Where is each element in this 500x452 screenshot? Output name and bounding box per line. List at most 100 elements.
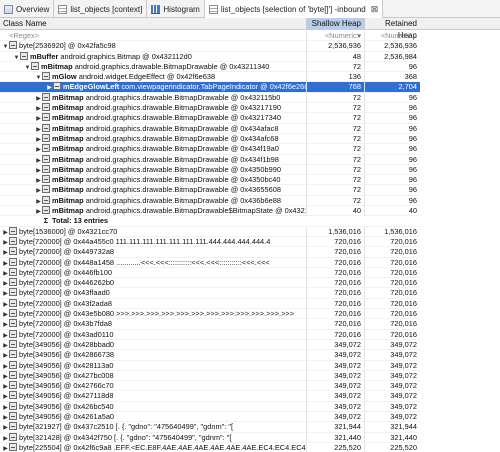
table-row[interactable]: ▶ byte[720000] @ 0x448a1458 ............<… (0, 257, 420, 268)
object-label: android.graphics.drawable.BitmapDrawable… (85, 164, 281, 174)
object-label: android.graphics.Bitmap @ 0x432112d0 (60, 51, 192, 61)
regex-filter-row[interactable]: <Regex> <Numeric> <Numeric> (0, 31, 420, 42)
table-row[interactable]: ▶ mEdgeGlowLeft com.viewpagerindicator.Ta… (0, 82, 420, 93)
table-row[interactable]: ▶ mBitmap android.graphics.drawable.Bitma… (0, 164, 420, 176)
retained-heap-cell: 720,016 (364, 319, 420, 330)
retained-heap-cell: 349,072 (364, 370, 420, 382)
table-row[interactable]: ▶ byte[349056] @ 0x428bbad0 349,072 349,072 (0, 339, 420, 351)
object-icon (9, 319, 17, 328)
shallow-heap-cell: 349,072 (306, 381, 364, 392)
field-name: Total: 13 entries (52, 216, 109, 226)
shallow-heap-cell: 136 (306, 72, 364, 83)
tab-0[interactable]: Overview (0, 0, 55, 18)
table-row[interactable]: ▶ byte[349056] @ 0x4261a5a0 349,072 349,072 (0, 411, 420, 423)
table-row[interactable]: ▶ byte[349056] @ 0x426bc540 349,072 349,072 (0, 401, 420, 412)
table-row[interactable]: ▶ mBitmap android.graphics.drawable.Bitma… (0, 92, 420, 104)
retained-heap-cell: 96 (364, 164, 420, 176)
table-row[interactable]: ▶ byte[720000] @ 0x44a455c0 111.111.111.1… (0, 236, 420, 248)
table-row[interactable]: ▶ byte[349056] @ 0x42766c70 349,072 349,072 (0, 381, 420, 392)
object-label: byte[321927] @ 0x437c2510 [. {. "gdno": … (19, 422, 234, 432)
field-name: mBitmap (41, 61, 73, 71)
close-tab-icon[interactable]: ⊠ (371, 4, 379, 15)
retained-heap-cell: 96 (364, 113, 420, 124)
object-label: byte[720000] @ 0x448a1458 ............<<… (19, 257, 270, 267)
table-row[interactable]: ▶ byte[349056] @ 0x42866738 349,072 349,072 (0, 350, 420, 361)
shallow-heap-cell: 349,072 (306, 401, 364, 412)
editor-tab-bar: Overview list_objects [context] Histogram l… (0, 0, 500, 18)
table-row[interactable]: ▶ byte[1536000] @ 0x4321cc70 1,536,016 1,53… (0, 226, 420, 237)
table-row[interactable]: ▼ mGlow android.widget.EdgeEffect @ 0x42f… (0, 72, 420, 83)
retained-heap-cell: 720,016 (364, 247, 420, 258)
object-icon (9, 350, 17, 359)
column-shallow-heap[interactable]: Shallow Heap ▾ (306, 18, 364, 40)
object-label: byte[720000] @ 0x44a455c0 111.111.111.11… (19, 236, 271, 246)
object-icon (9, 236, 17, 245)
table-row[interactable]: ▶ byte[321428] @ 0x4342f750 [. {. "gdno":… (0, 432, 420, 443)
object-label: byte[349056] @ 0x427bc008 (19, 370, 114, 380)
field-name: mBitmap (52, 123, 84, 133)
column-shallow-heap-label: Shallow Heap (311, 19, 361, 28)
tab-2[interactable]: Histogram (147, 0, 205, 18)
retained-heap-cell: 96 (364, 195, 420, 207)
field-name: mBitmap (52, 113, 84, 123)
column-retained-heap[interactable]: Retained Heap (364, 18, 420, 40)
object-label: android.graphics.drawable.BitmapDrawable… (74, 61, 270, 71)
table-row[interactable]: ▶ byte[720000] @ 0x43e5b080 >>>.>>>.>>>.>… (0, 309, 420, 320)
object-label: android.graphics.drawable.BitmapDrawable… (85, 123, 279, 133)
tab-3[interactable]: list_objects [selection of 'byte[]'] -in… (204, 0, 384, 18)
object-tree-table[interactable]: <Regex> <Numeric> <Numeric> ▼ byte[2536920] … (0, 31, 420, 452)
table-row[interactable]: ▶ byte[321927] @ 0x437c2510 [. {. "gdno":… (0, 422, 420, 433)
table-row[interactable]: ▼ byte[2536920] @ 0x42fa5c98 2,536,936 2,53… (0, 41, 420, 52)
table-row[interactable]: ▶ mBitmap android.graphics.drawable.Bitma… (0, 185, 420, 196)
table-row[interactable]: ▶ byte[720000] @ 0x43ffaad0 720,016 720,016 (0, 288, 420, 299)
table-row[interactable]: ▶ mBitmap android.graphics.drawable.Bitma… (0, 154, 420, 165)
table-row[interactable]: ▶ byte[720000] @ 0x449732a8 720,016 720,016 (0, 247, 420, 258)
object-icon (9, 422, 17, 431)
table-row[interactable]: ▶ byte[349056] @ 0x427bc008 349,072 349,072 (0, 370, 420, 382)
table-row[interactable]: ▶ byte[349056] @ 0x428113a0 349,072 349,072 (0, 360, 420, 371)
object-label: byte[349056] @ 0x42766c70 (19, 381, 114, 391)
retained-heap-cell: 349,072 (364, 360, 420, 371)
table-row[interactable]: ▶ mBitmap android.graphics.drawable.Bitma… (0, 175, 420, 186)
retained-heap-cell: 720,016 (364, 309, 420, 320)
table-row[interactable]: ▶ mBitmap android.graphics.drawable.Bitma… (0, 144, 420, 155)
table-row[interactable]: ▶ mBitmap android.graphics.drawable.Bitma… (0, 113, 420, 124)
retained-heap-cell: 720,016 (364, 329, 420, 340)
shallow-heap-cell: 321,944 (306, 422, 364, 433)
table-row[interactable]: ▶ byte[225504] @ 0x42f6c9a8 .EFF.<EC.E8F.… (0, 442, 420, 452)
retained-heap-cell: 321,440 (364, 432, 420, 443)
shallow-heap-cell: 1,536,016 (306, 226, 364, 237)
table-row[interactable]: ▶ mBitmap android.graphics.drawable.Bitma… (0, 133, 420, 145)
table-row[interactable]: ▶ byte[720000] @ 0x446fb100 720,016 720,016 (0, 267, 420, 279)
object-icon (9, 226, 17, 235)
column-class-name[interactable]: Class Name (0, 18, 306, 30)
collapsed-triangle-icon[interactable]: ▶ (2, 444, 9, 452)
table-row[interactable]: ▶ mBitmap android.graphics.drawable.Bitma… (0, 195, 420, 207)
shallow-heap-cell: 720,016 (306, 236, 364, 248)
object-icon (42, 113, 50, 122)
table-row[interactable]: ▶ byte[720000] @ 0x43f2ada8 720,016 720,016 (0, 298, 420, 310)
object-icon (9, 278, 17, 287)
table-row[interactable]: ▼ mBitmap android.graphics.drawable.Bitma… (0, 61, 420, 73)
retained-heap-cell: 96 (364, 185, 420, 196)
object-icon (9, 267, 17, 276)
retained-heap-cell: 96 (364, 92, 420, 104)
retained-heap-cell: 96 (364, 154, 420, 165)
table-row[interactable]: Σ Total: 13 entries (0, 216, 420, 227)
object-icon (9, 247, 17, 256)
table-row[interactable]: ▶ byte[720000] @ 0x43ad0110 720,016 720,016 (0, 329, 420, 340)
table-row[interactable]: ▶ byte[720000] @ 0x446262b0 720,016 720,016 (0, 278, 420, 289)
table-row[interactable]: ▶ byte[720000] @ 0x43b7fda8 720,016 720,016 (0, 319, 420, 330)
shallow-heap-cell: 720,016 (306, 329, 364, 340)
tab-1[interactable]: list_objects [context] (54, 0, 148, 18)
table-row[interactable]: ▼ mBuffer android.graphics.Bitmap @ 0x432… (0, 51, 420, 62)
object-icon (9, 298, 17, 307)
table-row[interactable]: ▶ mBitmap android.graphics.drawable.Bitma… (0, 123, 420, 134)
retained-heap-cell: 2,536,936 (364, 41, 420, 52)
retained-heap-cell: 225,520 (364, 442, 420, 452)
table-row[interactable]: ▶ byte[349056] @ 0x427118d8 349,072 349,072 (0, 391, 420, 402)
table-row[interactable]: ▶ mBitmap android.graphics.drawable.Bitma… (0, 103, 420, 114)
shallow-heap-cell: 72 (306, 164, 364, 176)
object-label: android.graphics.drawable.BitmapDrawable… (85, 175, 281, 185)
table-row[interactable]: ▶ mBitmap android.graphics.drawable.Bitma… (0, 206, 420, 217)
